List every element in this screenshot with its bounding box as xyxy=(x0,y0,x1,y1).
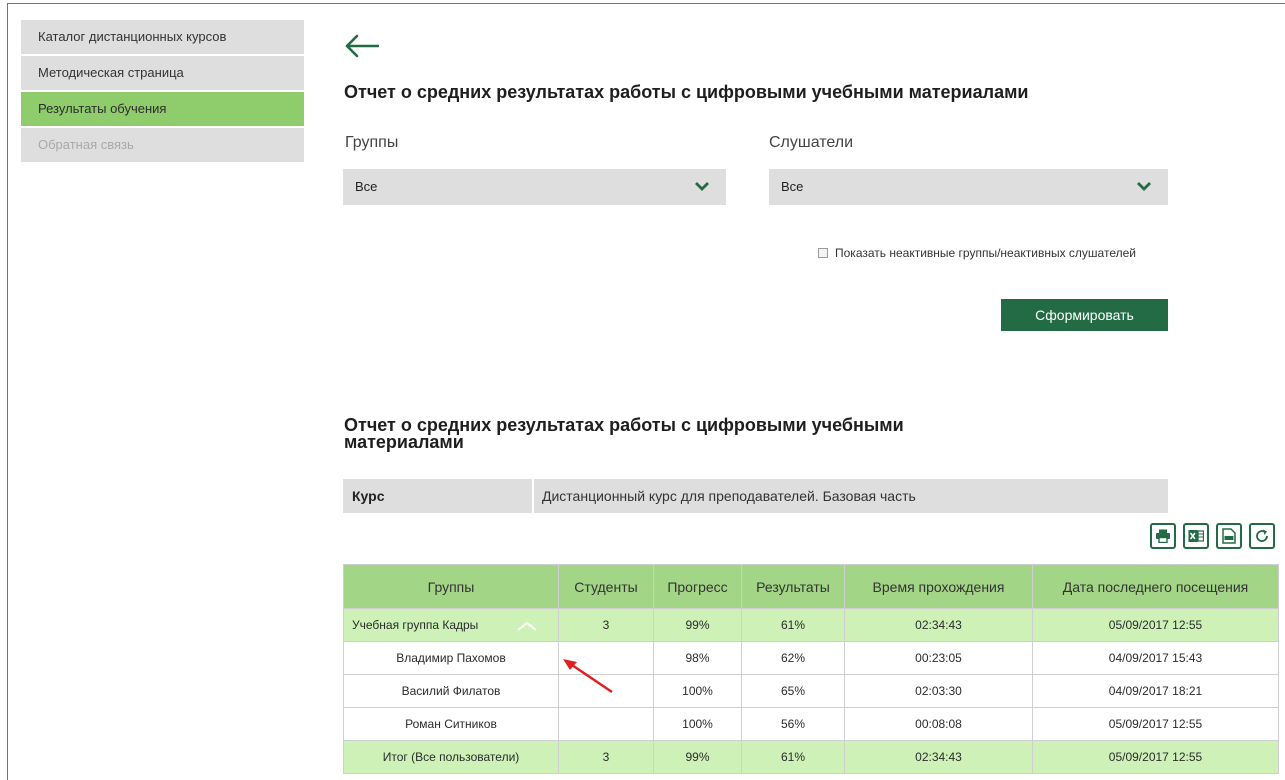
print-icon[interactable] xyxy=(1150,523,1176,549)
students-cell: 3 xyxy=(558,608,654,642)
sidebar-item-catalog[interactable]: Каталог дистанционных курсов xyxy=(21,20,304,54)
report-title: Отчет о средних результатах работы с циф… xyxy=(344,415,904,452)
last-visit-cell: 05/09/2017 12:55 xyxy=(1032,608,1279,642)
students-cell xyxy=(558,707,654,741)
groups-select-value: Все xyxy=(355,179,378,194)
total-name-cell: Итог (Все пользователи) xyxy=(343,740,559,774)
results-cell: 56% xyxy=(741,707,845,741)
last-visit-cell: 05/09/2017 12:55 xyxy=(1032,707,1279,741)
chevron-down-icon xyxy=(1137,182,1151,191)
column-header-results: Результаты xyxy=(741,564,845,609)
progress-cell: 98% xyxy=(653,641,742,675)
groups-select[interactable]: Все xyxy=(343,169,726,205)
group-name: Учебная группа Кадры xyxy=(352,618,479,632)
column-header-last-visit: Дата последнего посещения xyxy=(1032,564,1279,609)
page-title: Отчет о средних результатах работы с циф… xyxy=(344,82,1029,102)
progress-cell: 100% xyxy=(653,707,742,741)
progress-cell: 99% xyxy=(653,608,742,642)
time-cell: 00:08:08 xyxy=(844,707,1033,741)
person-name-cell: Роман Ситников xyxy=(343,707,559,741)
time-cell: 00:23:05 xyxy=(844,641,1033,675)
results-cell: 61% xyxy=(741,740,845,774)
refresh-icon[interactable] xyxy=(1249,523,1275,549)
last-visit-cell: 05/09/2017 12:55 xyxy=(1032,740,1279,774)
sidebar-item-results[interactable]: Результаты обучения xyxy=(21,92,304,126)
course-info: Курс Дистанционный курс для преподавател… xyxy=(343,479,1168,513)
table-row: Роман Ситников 100% 56% 00:08:08 05/09/2… xyxy=(343,707,1279,741)
time-cell: 02:34:43 xyxy=(844,740,1033,774)
person-name-cell: Василий Филатов xyxy=(343,674,559,708)
listeners-label: Слушатели xyxy=(769,134,854,151)
time-cell: 02:34:43 xyxy=(844,608,1033,642)
pdf-icon[interactable] xyxy=(1216,523,1242,549)
column-header-students: Студенты xyxy=(558,564,654,609)
inactive-checkbox-label: Показать неактивные группы/неактивных сл… xyxy=(835,246,1136,260)
table-header-row: Группы Студенты Прогресс Результаты Врем… xyxy=(343,564,1279,609)
sidebar: Каталог дистанционных курсов Методическа… xyxy=(21,20,304,164)
listeners-select[interactable]: Все xyxy=(769,169,1168,205)
table-row: Василий Филатов 100% 65% 02:03:30 04/09/… xyxy=(343,674,1279,708)
table-row-group[interactable]: Учебная группа Кадры 3 99% 61% 02:34:43 … xyxy=(343,608,1279,642)
table-row-total: Итог (Все пользователи) 3 99% 61% 02:34:… xyxy=(343,740,1279,774)
excel-icon[interactable] xyxy=(1183,523,1209,549)
listeners-select-value: Все xyxy=(781,179,804,194)
arrow-left-icon[interactable] xyxy=(345,34,380,58)
results-cell: 61% xyxy=(741,608,845,642)
inactive-checkbox[interactable] xyxy=(818,248,828,258)
last-visit-cell: 04/09/2017 18:21 xyxy=(1032,674,1279,708)
person-name-cell: Владимир Пахомов xyxy=(343,641,559,675)
results-cell: 62% xyxy=(741,641,845,675)
group-name-cell[interactable]: Учебная группа Кадры xyxy=(343,608,559,642)
time-cell: 02:03:30 xyxy=(844,674,1033,708)
last-visit-cell: 04/09/2017 15:43 xyxy=(1032,641,1279,675)
course-value: Дистанционный курс для преподавателей. Б… xyxy=(534,479,1168,513)
results-cell: 65% xyxy=(741,674,845,708)
column-header-time: Время прохождения xyxy=(844,564,1033,609)
groups-label: Группы xyxy=(345,134,399,151)
chevron-down-icon xyxy=(695,182,709,191)
column-header-progress: Прогресс xyxy=(653,564,742,609)
chevron-up-icon[interactable] xyxy=(516,620,538,632)
students-cell: 3 xyxy=(558,740,654,774)
table-row: Владимир Пахомов 98% 62% 00:23:05 04/09/… xyxy=(343,641,1279,675)
sidebar-item-feedback: Обратная связь xyxy=(21,128,304,162)
annotation-arrow-icon xyxy=(563,659,613,694)
sidebar-item-methodical[interactable]: Методическая страница xyxy=(21,56,304,90)
progress-cell: 99% xyxy=(653,740,742,774)
results-table: Группы Студенты Прогресс Результаты Врем… xyxy=(343,564,1279,774)
column-header-groups: Группы xyxy=(343,564,559,609)
generate-button[interactable]: Сформировать xyxy=(1001,299,1168,331)
course-key: Курс xyxy=(343,479,532,513)
progress-cell: 100% xyxy=(653,674,742,708)
inactive-option: Показать неактивные группы/неактивных сл… xyxy=(818,246,1136,260)
